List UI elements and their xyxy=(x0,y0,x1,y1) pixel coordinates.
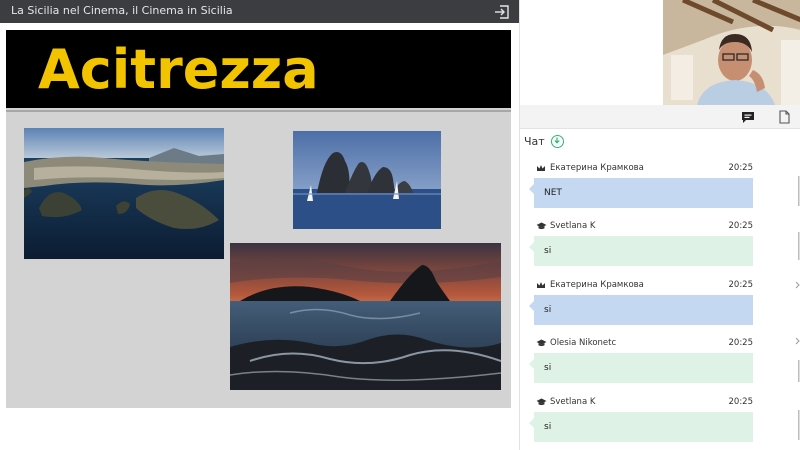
chat-message: Svetlana K 20:25 si xyxy=(529,397,754,442)
slide: Acitrezza xyxy=(6,30,511,408)
top-bar: La Sicilia nel Cinema, il Cinema in Sici… xyxy=(0,0,519,23)
tab-chat[interactable] xyxy=(737,108,759,126)
chat-header: Чат xyxy=(524,133,564,149)
chat-title: Чат xyxy=(524,134,545,148)
message-bubble: si xyxy=(529,412,753,442)
slide-header: Acitrezza xyxy=(6,30,511,108)
message-time: 20:25 xyxy=(728,163,754,173)
download-icon xyxy=(554,137,560,144)
message-time: 20:25 xyxy=(728,338,754,348)
message-author: Svetlana K xyxy=(550,221,596,231)
message-bubble: si xyxy=(529,236,753,266)
message-text: NET xyxy=(544,188,562,198)
graduation-cap-icon xyxy=(536,222,547,230)
message-bubble: si xyxy=(529,353,753,383)
presentation-area: Acitrezza xyxy=(0,23,519,450)
graduation-cap-icon xyxy=(536,339,547,347)
chat-download-button[interactable] xyxy=(550,134,564,148)
message-bubble: si xyxy=(529,295,753,325)
exit-button[interactable] xyxy=(490,2,514,21)
message-author: Svetlana K xyxy=(550,397,596,407)
message-time: 20:25 xyxy=(728,280,754,290)
right-panel: Чат Екатерина Крамкова 20:25 NET Svetlan… xyxy=(519,0,800,450)
slide-divider xyxy=(6,110,511,112)
message-text: si xyxy=(544,246,552,256)
file-icon xyxy=(778,110,790,124)
slide-photo-sea-stacks xyxy=(293,131,441,229)
message-time: 20:25 xyxy=(728,221,754,231)
webcam-video xyxy=(663,0,800,105)
message-text: si xyxy=(544,422,552,432)
chat-message: Екатерина Крамкова 20:25 si xyxy=(529,280,754,325)
message-author: Екатерина Крамкова xyxy=(550,163,644,173)
tab-files[interactable] xyxy=(773,108,795,126)
chat-message: Svetlana K 20:25 si xyxy=(529,221,754,266)
message-text: si xyxy=(544,363,552,373)
chat-message: Olesia Nikonetc 20:25 si xyxy=(529,338,754,383)
course-title: La Sicilia nel Cinema, il Cinema in Sici… xyxy=(11,4,233,17)
exit-icon xyxy=(495,4,509,19)
app-window: La Sicilia nel Cinema, il Cinema in Sici… xyxy=(0,0,800,450)
crown-icon xyxy=(537,165,545,171)
message-author: Екатерина Крамкова xyxy=(550,280,644,290)
slide-title: Acitrezza xyxy=(38,38,319,101)
panel-edge-fragments xyxy=(795,170,800,450)
chat-message: Екатерина Крамкова 20:25 NET xyxy=(529,163,754,208)
slide-photo-sunset-rocks xyxy=(230,243,501,390)
message-text: si xyxy=(544,305,552,315)
crown-icon xyxy=(537,282,545,288)
slide-photo-coastline xyxy=(24,128,224,259)
panel-tabs xyxy=(520,105,800,129)
chat-icon xyxy=(742,111,754,123)
message-bubble: NET xyxy=(529,178,753,208)
message-author: Olesia Nikonetc xyxy=(550,338,617,348)
graduation-cap-icon xyxy=(536,398,547,406)
message-time: 20:25 xyxy=(728,397,754,407)
